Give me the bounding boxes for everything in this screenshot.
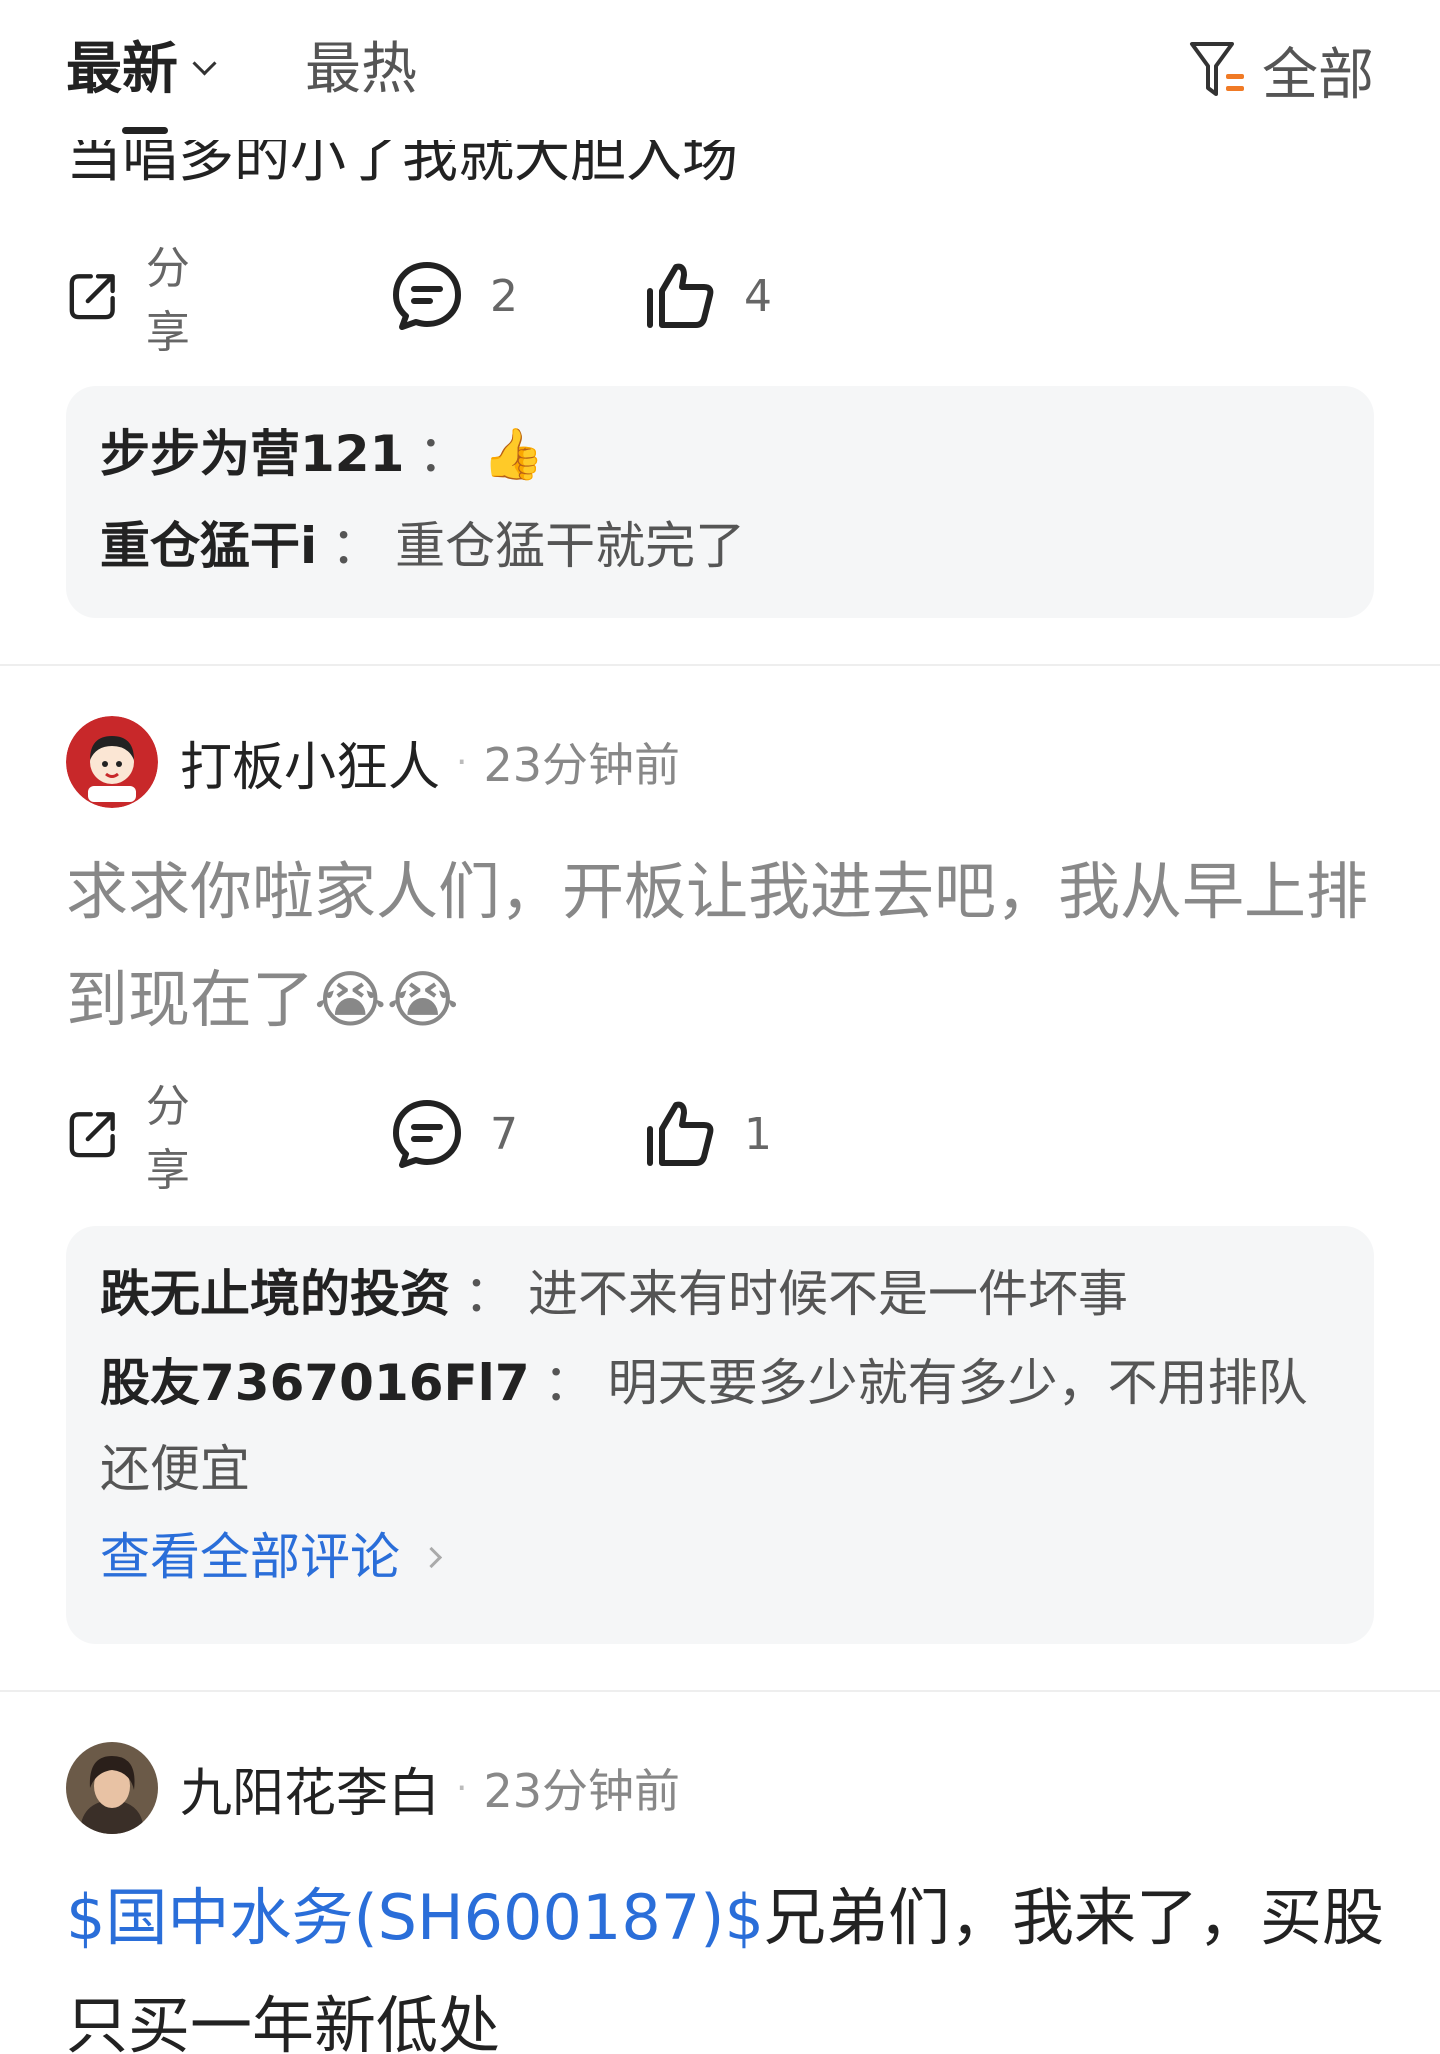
comment-count: 7: [490, 1108, 518, 1160]
reply-text: 重仓猛干就完了: [395, 517, 746, 575]
view-all-comments-link[interactable]: 查看全部评论: [100, 1512, 1340, 1602]
filter-label: 全部: [1262, 42, 1374, 108]
reply-item[interactable]: 跌无止境的投资：进不来有时候不是一件坏事: [100, 1248, 1340, 1340]
reply-preview[interactable]: 跌无止境的投资：进不来有时候不是一件坏事 股友7367016Fl7：明天要多少就…: [66, 1226, 1374, 1644]
sort-tab-bar: 最新 最热 全部: [0, 0, 1440, 140]
chevron-down-icon[interactable]: [192, 51, 217, 76]
post3-header: 九阳花李白 · 23分钟前: [66, 1742, 680, 1834]
post-author[interactable]: 打板小狂人: [180, 725, 440, 800]
comment-button[interactable]: 2: [390, 256, 518, 336]
reply-preview[interactable]: 步步为营121： 👍 重仓猛干i：重仓猛干就完了: [66, 386, 1374, 618]
divider: [0, 664, 1440, 666]
tab-hot[interactable]: 最热: [305, 30, 417, 110]
meta-separator: ·: [456, 741, 468, 783]
active-tab-indicator: [122, 127, 168, 134]
share-button[interactable]: 分享: [66, 243, 210, 358]
tab-latest[interactable]: 最新: [66, 30, 178, 110]
filter-button[interactable]: 全部: [1188, 30, 1374, 110]
thumbs-up-icon: [647, 263, 714, 328]
like-count: 4: [744, 270, 772, 322]
reply-item[interactable]: 重仓猛干i：重仓猛干就完了: [100, 500, 1340, 592]
post3-text[interactable]: $国中水务(SH600187)$兄弟们，我来了，买股只买一年新低处: [66, 1864, 1386, 2054]
post-time: 23分钟前: [483, 738, 681, 792]
comment-count: 2: [490, 270, 518, 322]
reply-author[interactable]: 股友7367016Fl7: [100, 1354, 530, 1412]
post-time: 23分钟前: [483, 1764, 681, 1818]
post2-header: 打板小狂人 · 23分钟前: [66, 716, 680, 808]
share-icon: [69, 274, 115, 320]
reply-item[interactable]: 步步为营121： 👍: [100, 408, 1340, 500]
view-all-label: 查看全部评论: [100, 1528, 400, 1586]
reply-author[interactable]: 跌无止境的投资: [100, 1265, 450, 1323]
share-button[interactable]: 分享: [66, 1081, 210, 1196]
reply-author[interactable]: 步步为营121: [100, 425, 404, 483]
stock-link[interactable]: $国中水务(SH600187)$: [66, 1881, 764, 1954]
avatar[interactable]: [66, 1742, 158, 1834]
share-label: 分享: [145, 1081, 190, 1196]
post2-text[interactable]: 求求你啦家人们，开板让我进去吧，我从早上排到现在了😭😭: [66, 838, 1386, 1054]
filter-icon: [1190, 42, 1244, 96]
like-button[interactable]: 4: [644, 256, 772, 336]
reply-text: 👍: [482, 425, 545, 483]
share-icon: [69, 1112, 115, 1158]
avatar[interactable]: [66, 716, 158, 808]
meta-separator: ·: [456, 1767, 468, 1809]
comment-icon: [393, 1100, 461, 1168]
divider: [0, 1690, 1440, 1692]
reply-text: 进不来有时候不是一件坏事: [528, 1265, 1128, 1323]
reply-item[interactable]: 股友7367016Fl7：明天要多少就有多少，不用排队还便宜: [100, 1340, 1340, 1512]
thumbs-up-icon: [647, 1101, 714, 1166]
post-author[interactable]: 九阳花李白: [180, 1751, 440, 1826]
share-label: 分享: [145, 243, 190, 358]
feed-page: 当唱多的小了我就大胆入场 最新 最热 全部 分享 2 4 步步为营121 ： 👍…: [0, 0, 1440, 2054]
comment-icon: [393, 262, 461, 330]
chevron-right-icon: [420, 1546, 443, 1568]
comment-button[interactable]: 7: [390, 1094, 518, 1174]
reply-author[interactable]: 重仓猛干i: [100, 517, 317, 575]
like-button[interactable]: 1: [644, 1094, 772, 1174]
like-count: 1: [744, 1108, 772, 1160]
